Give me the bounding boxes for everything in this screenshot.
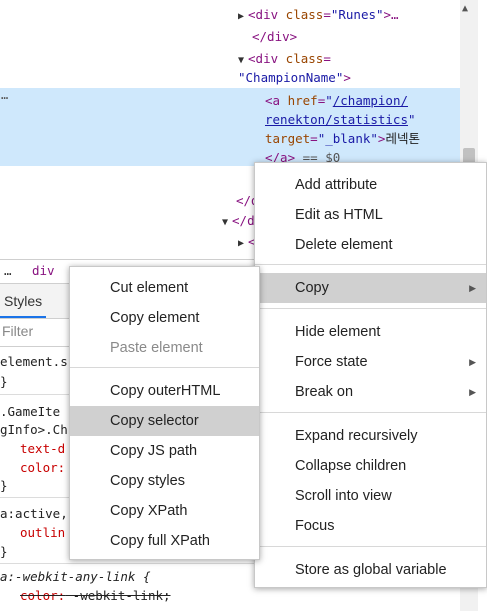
menu-item-copy-outerhtml[interactable]: Copy outerHTML bbox=[70, 376, 259, 406]
menu-item-store-as-global[interactable]: Store as global variable bbox=[255, 555, 486, 585]
menu-separator bbox=[255, 308, 486, 309]
css-rule-selector[interactable]: .GameIte bbox=[0, 402, 60, 421]
triangle-right-icon[interactable]: ▶ bbox=[238, 238, 244, 249]
menu-item-edit-as-html[interactable]: Edit as HTML bbox=[255, 200, 486, 230]
menu-item-break-on[interactable]: Break on ▶ bbox=[255, 377, 486, 407]
css-rule-selector[interactable]: a:-webkit-any-link { bbox=[0, 567, 151, 586]
triangle-down-icon[interactable]: ▼ bbox=[238, 55, 244, 66]
submenu-arrow-icon: ▶ bbox=[469, 387, 476, 397]
css-rule-selector[interactable]: element.s bbox=[0, 352, 68, 371]
css-rule-close: } bbox=[0, 544, 8, 559]
context-menu: Add attribute Edit as HTML Delete elemen… bbox=[254, 162, 487, 588]
css-rule-close: } bbox=[0, 478, 8, 493]
menu-item-delete-element[interactable]: Delete element bbox=[255, 230, 486, 260]
triangle-down-icon[interactable]: ▼ bbox=[222, 217, 228, 228]
menu-item-focus[interactable]: Focus bbox=[255, 511, 486, 541]
menu-separator bbox=[255, 546, 486, 547]
menu-item-collapse-children[interactable]: Collapse children bbox=[255, 451, 486, 481]
menu-item-cut-element[interactable]: Cut element bbox=[70, 273, 259, 303]
scroll-up-arrow-icon[interactable]: ▲ bbox=[462, 3, 468, 14]
menu-item-copy-element[interactable]: Copy element bbox=[70, 303, 259, 333]
href-link[interactable]: /champion/ bbox=[333, 93, 408, 108]
menu-item-add-attribute[interactable]: Add attribute bbox=[255, 170, 486, 200]
menu-separator bbox=[255, 412, 486, 413]
dom-close-div[interactable]: </div> bbox=[252, 26, 297, 48]
breadcrumb-item-div[interactable]: div bbox=[32, 260, 55, 282]
css-property[interactable]: outlin bbox=[20, 523, 65, 542]
menu-separator bbox=[255, 264, 486, 265]
dom-node-championname-cont[interactable]: "ChampionName"> bbox=[238, 67, 351, 89]
menu-item-copy-js-path[interactable]: Copy JS path bbox=[70, 436, 259, 466]
css-rule-close: } bbox=[0, 374, 8, 389]
menu-item-paste-element: Paste element bbox=[110, 340, 203, 356]
href-link-cont[interactable]: renekton/statistics bbox=[265, 112, 408, 127]
submenu-arrow-icon: ▶ bbox=[469, 357, 476, 367]
menu-item-hide-element[interactable]: Hide element bbox=[255, 317, 486, 347]
menu-item-copy-selector[interactable]: Copy selector bbox=[70, 406, 259, 436]
triangle-right-icon[interactable]: ▶ bbox=[238, 11, 244, 22]
dom-node-runes[interactable]: ▶ <div class="Runes">… bbox=[238, 4, 399, 28]
menu-item-scroll-into-view[interactable]: Scroll into view bbox=[255, 481, 486, 511]
submenu-arrow-icon: ▶ bbox=[469, 283, 476, 293]
menu-item-copy-full-xpath[interactable]: Copy full XPath bbox=[70, 526, 259, 556]
menu-separator bbox=[70, 367, 259, 368]
menu-item-copy-xpath[interactable]: Copy XPath bbox=[70, 496, 259, 526]
css-property-overridden[interactable]: color: -webkit-link; bbox=[20, 586, 171, 605]
dom-node-partial-2[interactable]: ▶ < bbox=[238, 231, 256, 255]
menu-item-force-state[interactable]: Force state ▶ bbox=[255, 347, 486, 377]
css-property[interactable]: color: bbox=[20, 458, 65, 477]
breadcrumb-overflow[interactable]: … bbox=[4, 260, 12, 282]
css-property[interactable]: text-d bbox=[20, 439, 65, 458]
styles-filter-input[interactable]: Filter bbox=[2, 323, 33, 339]
menu-item-copy[interactable]: Copy ▶ bbox=[255, 273, 486, 303]
node-menu-dots[interactable]: … bbox=[1, 88, 8, 102]
css-rule-selector[interactable]: a:active, bbox=[0, 504, 68, 523]
menu-item-copy-styles[interactable]: Copy styles bbox=[70, 466, 259, 496]
copy-submenu: Cut element Copy element Paste element C… bbox=[69, 266, 260, 560]
menu-item-expand-recursively[interactable]: Expand recursively bbox=[255, 421, 486, 451]
tab-styles[interactable]: Styles bbox=[0, 284, 47, 318]
css-rule-selector[interactable]: gInfo>.Ch bbox=[0, 420, 68, 439]
